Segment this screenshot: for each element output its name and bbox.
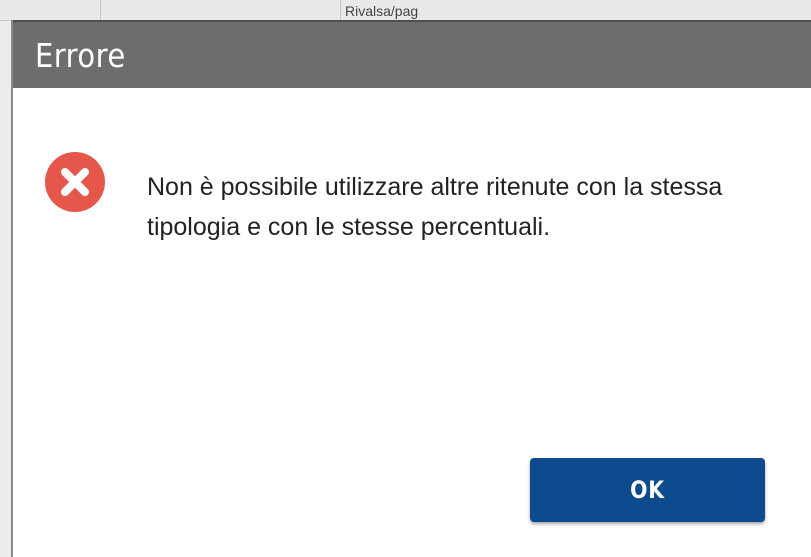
dialog-titlebar: Errore: [13, 20, 811, 88]
background-header-text: Rivalsa/pag: [345, 3, 419, 19]
background-cell: [0, 0, 101, 20]
dialog-title: Errore: [35, 36, 126, 75]
background-table-header: Rivalsa/pag: [0, 0, 811, 21]
error-message: Non è possibile utilizzare altre ritenut…: [147, 173, 723, 241]
error-icon: [45, 152, 105, 212]
ok-button-label: OK: [630, 476, 665, 504]
background-cell: [100, 0, 341, 20]
ok-button[interactable]: OK: [530, 458, 765, 522]
error-dialog: Errore Non è possibile utilizzare altre …: [11, 20, 811, 557]
